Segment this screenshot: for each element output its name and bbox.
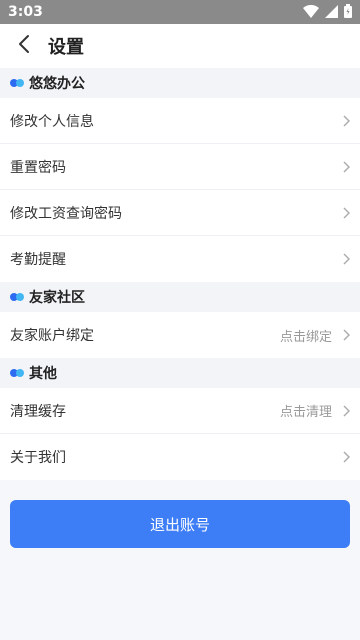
back-arrow-icon — [18, 34, 30, 58]
settings-item-label: 考勤提醒 — [10, 252, 66, 268]
settings-item-about-us[interactable]: 关于我们 — [0, 434, 360, 480]
signal-icon — [325, 3, 338, 22]
logout-wrap: 退出账号 — [0, 480, 360, 548]
chevron-right-icon — [340, 403, 350, 419]
settings-item-edit-profile[interactable]: 修改个人信息 — [0, 98, 360, 144]
logout-button[interactable]: 退出账号 — [10, 500, 350, 548]
status-bar: 3:03 — [0, 0, 360, 24]
settings-item-attendance-reminder[interactable]: 考勤提醒 — [0, 236, 360, 282]
settings-item-label: 修改个人信息 — [10, 113, 94, 130]
settings-item-salary-password[interactable]: 修改工资查询密码 — [0, 190, 360, 236]
chevron-right-icon — [340, 251, 350, 267]
section-header-office: 悠悠办公 — [0, 68, 360, 98]
section-title: 其他 — [29, 366, 57, 382]
section-title: 悠悠办公 — [29, 76, 85, 92]
section-dot-icon — [10, 369, 24, 377]
settings-item-label: 重置密码 — [10, 159, 66, 176]
section-list-other: 清理缓存 点击清理 关于我们 — [0, 388, 360, 480]
chevron-right-icon — [340, 113, 350, 129]
settings-item-reset-password[interactable]: 重置密码 — [0, 144, 360, 190]
status-time: 3:03 — [8, 4, 43, 20]
section-dot-icon — [10, 79, 24, 87]
section-header-community: 友家社区 — [0, 282, 360, 312]
settings-item-hint: 点击清理 — [279, 405, 332, 420]
section-dot-icon — [10, 293, 24, 301]
chevron-right-icon — [340, 159, 350, 175]
wifi-icon — [303, 3, 319, 22]
chevron-right-icon — [340, 205, 350, 221]
page-title: 设置 — [48, 37, 84, 58]
settings-item-label: 修改工资查询密码 — [10, 205, 122, 222]
section-list-community: 友家账户绑定 点击绑定 — [0, 312, 360, 358]
section-title: 友家社区 — [29, 290, 85, 306]
settings-item-hint: 点击绑定 — [279, 329, 332, 345]
chevron-right-icon — [340, 327, 350, 343]
settings-item-clear-cache[interactable]: 清理缓存 点击清理 — [0, 388, 360, 434]
status-icons — [303, 3, 352, 22]
battery-icon — [344, 3, 352, 22]
chevron-right-icon — [340, 449, 350, 465]
settings-item-label: 关于我们 — [10, 450, 66, 466]
section-header-other: 其他 — [0, 358, 360, 388]
app-bar: 设置 — [0, 24, 360, 68]
back-button[interactable] — [0, 24, 48, 68]
section-list-office: 修改个人信息 重置密码 修改工资查询密码 考勤提醒 — [0, 98, 360, 282]
settings-content: 悠悠办公 修改个人信息 重置密码 修改工资查询密码 考勤提醒 友家社区 友家账户… — [0, 68, 360, 548]
settings-item-label: 友家账户绑定 — [10, 328, 94, 344]
settings-item-account-binding[interactable]: 友家账户绑定 点击绑定 — [0, 312, 360, 358]
settings-item-label: 清理缓存 — [10, 403, 66, 420]
